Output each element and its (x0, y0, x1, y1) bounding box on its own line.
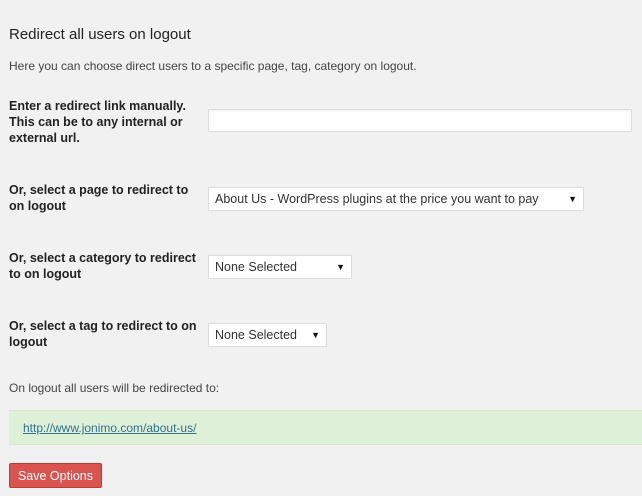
category-select[interactable]: None Selected ▼ (208, 255, 352, 279)
redirect-note: On logout all users will be redirected t… (9, 381, 220, 395)
chevron-down-icon: ▼ (568, 194, 577, 204)
tag-select-label: Or, select a tag to redirect to on logou… (9, 319, 197, 349)
manual-link-label: Enter a redirect link manually. This can… (9, 99, 186, 145)
category-select-value: None Selected (215, 260, 298, 274)
chevron-down-icon: ▼ (336, 262, 345, 272)
section-title: Redirect all users on logout (9, 26, 191, 43)
category-select-label: Or, select a category to redirect to on … (9, 251, 196, 281)
tag-select[interactable]: None Selected ▼ (208, 323, 327, 347)
page-select-label: Or, select a page to redirect to on logo… (9, 183, 189, 213)
tag-select-value: None Selected (215, 328, 298, 342)
redirect-url-link[interactable]: http://www.jonimo.com/about-us/ (23, 421, 196, 435)
redirect-link-input[interactable] (208, 109, 632, 132)
chevron-down-icon: ▼ (311, 330, 320, 340)
save-options-button[interactable]: Save Options (9, 463, 102, 488)
page-select-value: About Us - WordPress plugins at the pric… (215, 192, 539, 206)
section-description: Here you can choose direct users to a sp… (9, 59, 417, 73)
redirect-url-notice: http://www.jonimo.com/about-us/ (9, 410, 642, 445)
page-select[interactable]: About Us - WordPress plugins at the pric… (208, 187, 584, 211)
